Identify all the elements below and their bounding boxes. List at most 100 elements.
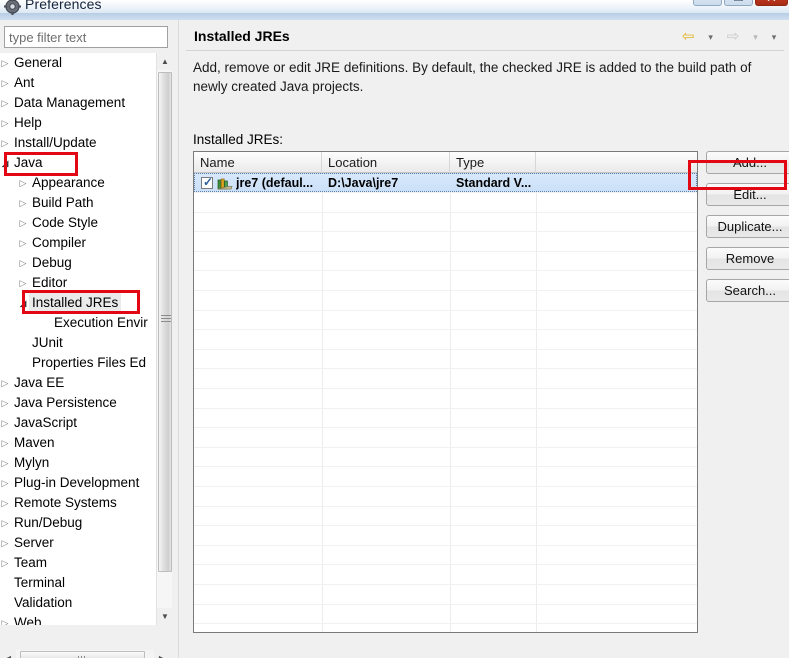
tree-horizontal-scrollbar[interactable]: ◀ ▶ [0,650,170,658]
sidebar-item-label: Installed JREs [29,293,121,313]
tree-vertical-scrollbar[interactable]: ▲ ▼ [156,53,172,625]
sidebar-item-terminal[interactable]: Terminal [0,573,170,593]
vertical-scrollbar-thumb[interactable] [158,72,172,572]
maximize-button[interactable]: ❐ [724,0,753,6]
sidebar-item-label: Properties Files Ed [32,353,146,373]
sidebar-item-label: Remote Systems [14,493,117,513]
column-header-type[interactable]: Type [450,152,536,173]
expand-arrow-icon[interactable]: ▷ [0,533,11,553]
expand-arrow-icon[interactable]: ▷ [0,553,11,573]
sidebar-item-run-debug[interactable]: ▷Run/Debug [0,513,170,533]
sidebar-item-plug-in-development[interactable]: ▷Plug-in Development [0,473,170,493]
sidebar-item-execution-envir[interactable]: Execution Envir [0,313,170,333]
collapse-arrow-icon[interactable]: ◢ [17,293,29,313]
sidebar-item-install-update[interactable]: ▷Install/Update [0,133,170,153]
expand-arrow-icon[interactable]: ▷ [0,473,11,493]
sidebar-item-data-management[interactable]: ▷Data Management [0,93,170,113]
sidebar-item-installed-jres[interactable]: ◢Installed JREs [0,293,170,313]
close-button[interactable]: ✕ [755,0,788,6]
column-header-extra[interactable] [536,152,697,173]
search-button[interactable]: Search... [706,279,789,302]
sidebar-item-ant[interactable]: ▷Ant [0,73,170,93]
minimize-button[interactable]: — [693,0,722,6]
duplicate-button[interactable]: Duplicate... [706,215,789,238]
back-arrow-icon[interactable]: ⇦ [677,28,699,46]
sidebar-item-java-persistence[interactable]: ▷Java Persistence [0,393,170,413]
expand-arrow-icon[interactable]: ▷ [17,253,29,273]
table-row[interactable]: ✓ jre7 (defaul... D:\Java\jre7 Standard … [194,173,697,192]
expand-arrow-icon[interactable]: ▷ [0,453,11,473]
scroll-up-icon[interactable]: ▲ [157,53,173,70]
expand-arrow-icon[interactable]: ▷ [0,93,11,113]
installed-jres-table[interactable]: Name Location Type ✓ jre7 (defaul... D:\… [193,151,698,633]
column-header-name[interactable]: Name [194,152,322,173]
sidebar-item-build-path[interactable]: ▷Build Path [0,193,170,213]
sidebar-item-label: Maven [14,433,55,453]
table-row-divider [194,349,697,350]
sidebar-item-validation[interactable]: Validation [0,593,170,613]
column-header-location[interactable]: Location [322,152,450,173]
table-row-divider [194,486,697,487]
add-button[interactable]: Add... [706,151,789,174]
expand-arrow-icon[interactable]: ▷ [0,433,11,453]
expand-arrow-icon[interactable]: ▷ [0,613,11,625]
expand-arrow-icon[interactable]: ▷ [0,493,11,513]
expand-arrow-icon[interactable]: ▷ [0,413,11,433]
preferences-tree[interactable]: ▷General▷Ant▷Data Management▷Help▷Instal… [0,53,170,625]
filter-input[interactable] [4,26,168,48]
sidebar-item-label: JUnit [32,333,63,353]
sidebar-item-properties-files-ed[interactable]: Properties Files Ed [0,353,170,373]
collapse-arrow-icon[interactable]: ◢ [0,153,11,173]
sidebar-item-general[interactable]: ▷General [0,53,170,73]
edit-button[interactable]: Edit... [706,183,789,206]
horizontal-scrollbar-thumb[interactable] [20,651,145,658]
sidebar-item-web[interactable]: ▷Web [0,613,170,625]
remove-button[interactable]: Remove [706,247,789,270]
table-row-divider [194,270,697,271]
expand-arrow-icon[interactable]: ▷ [17,213,29,233]
expand-arrow-icon[interactable]: ▷ [0,73,11,93]
sidebar-item-java-ee[interactable]: ▷Java EE [0,373,170,393]
sidebar-item-label: Execution Envir [54,313,148,333]
sidebar-item-editor[interactable]: ▷Editor [0,273,170,293]
expand-arrow-icon[interactable]: ▷ [0,513,11,533]
sidebar-item-code-style[interactable]: ▷Code Style [0,213,170,233]
expand-arrow-icon[interactable]: ▷ [0,113,11,133]
sidebar-item-maven[interactable]: ▷Maven [0,433,170,453]
scroll-left-icon[interactable]: ◀ [0,650,16,658]
forward-arrow-icon[interactable]: ⇨ [722,28,744,46]
forward-dropdown-icon[interactable]: ▾ [749,28,763,46]
sidebar-item-team[interactable]: ▷Team [0,553,170,573]
sidebar-item-debug[interactable]: ▷Debug [0,253,170,273]
sidebar-item-javascript[interactable]: ▷JavaScript [0,413,170,433]
expand-arrow-icon[interactable]: ▷ [17,273,29,293]
sidebar-item-java[interactable]: ◢Java [0,153,170,173]
expand-arrow-icon[interactable]: ▷ [0,393,11,413]
expand-arrow-icon[interactable]: ▷ [17,233,29,253]
view-menu-icon[interactable]: ▾ [767,28,781,46]
row-checkbox[interactable]: ✓ [201,177,213,189]
sidebar-item-junit[interactable]: JUnit [0,333,170,353]
tree-node-list: ▷General▷Ant▷Data Management▷Help▷Instal… [0,53,170,625]
sidebar-item-remote-systems[interactable]: ▷Remote Systems [0,493,170,513]
scroll-right-icon[interactable]: ▶ [154,650,170,658]
sidebar-item-mylyn[interactable]: ▷Mylyn [0,453,170,473]
sidebar-item-appearance[interactable]: ▷Appearance [0,173,170,193]
expand-arrow-icon[interactable]: ▷ [17,173,29,193]
table-row-divider [194,251,697,252]
sidebar-item-compiler[interactable]: ▷Compiler [0,233,170,253]
sidebar-item-server[interactable]: ▷Server [0,533,170,553]
sidebar-item-label: Validation [14,593,72,613]
expand-arrow-icon[interactable]: ▷ [0,53,11,73]
back-dropdown-icon[interactable]: ▾ [704,28,718,46]
sidebar-item-help[interactable]: ▷Help [0,113,170,133]
table-row-divider [194,427,697,428]
expand-arrow-icon[interactable]: ▷ [0,133,11,153]
navigation-controls: ⇦ ▾ ⇨ ▾ ▾ [677,28,781,48]
page-title: Installed JREs [194,28,290,44]
panel-divider-line [178,20,179,658]
expand-arrow-icon[interactable]: ▷ [17,193,29,213]
cell-location: D:\Java\jre7 [328,174,448,191]
scroll-down-icon[interactable]: ▼ [157,608,173,625]
expand-arrow-icon[interactable]: ▷ [0,373,11,393]
